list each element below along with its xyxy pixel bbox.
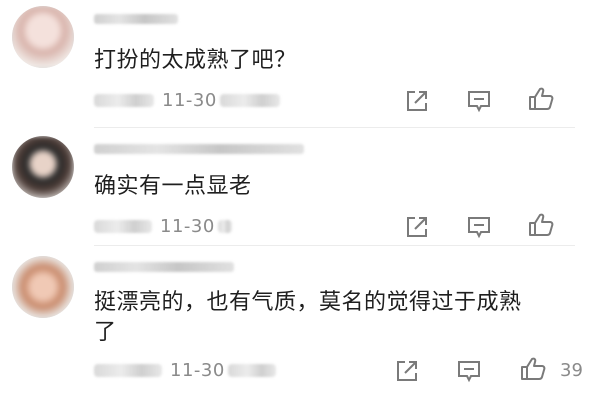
comment-date: 11-30 <box>160 216 215 237</box>
thumbs-up-icon[interactable] <box>518 354 548 384</box>
comment-icon[interactable] <box>464 212 494 242</box>
comment-icon[interactable] <box>464 86 494 116</box>
comment-meta: 11-30 <box>94 214 294 244</box>
avatar[interactable] <box>12 6 74 68</box>
thumbs-up-icon[interactable] <box>526 84 556 114</box>
share-icon[interactable] <box>392 356 422 386</box>
comment-icon[interactable] <box>454 356 484 386</box>
share-icon[interactable] <box>402 86 432 116</box>
comment-meta: 11-30 <box>94 358 294 388</box>
username[interactable] <box>94 14 178 24</box>
comment-item: 挺漂亮的，也有气质，莫名的觉得过于成熟 了 11-30 39 <box>0 246 605 402</box>
comment-text-line-2: 了 <box>94 320 117 345</box>
comment-item: 确实有一点显老 11-30 <box>0 128 605 246</box>
redacted-info <box>218 220 232 233</box>
redacted-info <box>228 364 276 377</box>
avatar[interactable] <box>12 256 74 318</box>
comment-date: 11-30 <box>162 90 217 111</box>
redacted-info <box>94 94 154 107</box>
avatar[interactable] <box>12 136 74 198</box>
redacted-info <box>220 94 280 107</box>
thumbs-up-icon[interactable] <box>526 210 556 240</box>
comment-text: 确实有一点显老 <box>94 174 252 199</box>
username[interactable] <box>94 262 234 272</box>
comment-meta: 11-30 <box>94 88 294 118</box>
username[interactable] <box>94 144 304 154</box>
redacted-info <box>94 364 162 377</box>
comment-text: 打扮的太成熟了吧？ <box>94 48 297 73</box>
comment-item: 打扮的太成熟了吧？ 11-30 <box>0 0 605 128</box>
share-icon[interactable] <box>402 212 432 242</box>
comment-date: 11-30 <box>170 360 225 381</box>
like-count: 39 <box>560 360 583 381</box>
redacted-info <box>94 220 152 233</box>
comment-text-line-1: 挺漂亮的，也有气质，莫名的觉得过于成熟 <box>94 290 522 315</box>
